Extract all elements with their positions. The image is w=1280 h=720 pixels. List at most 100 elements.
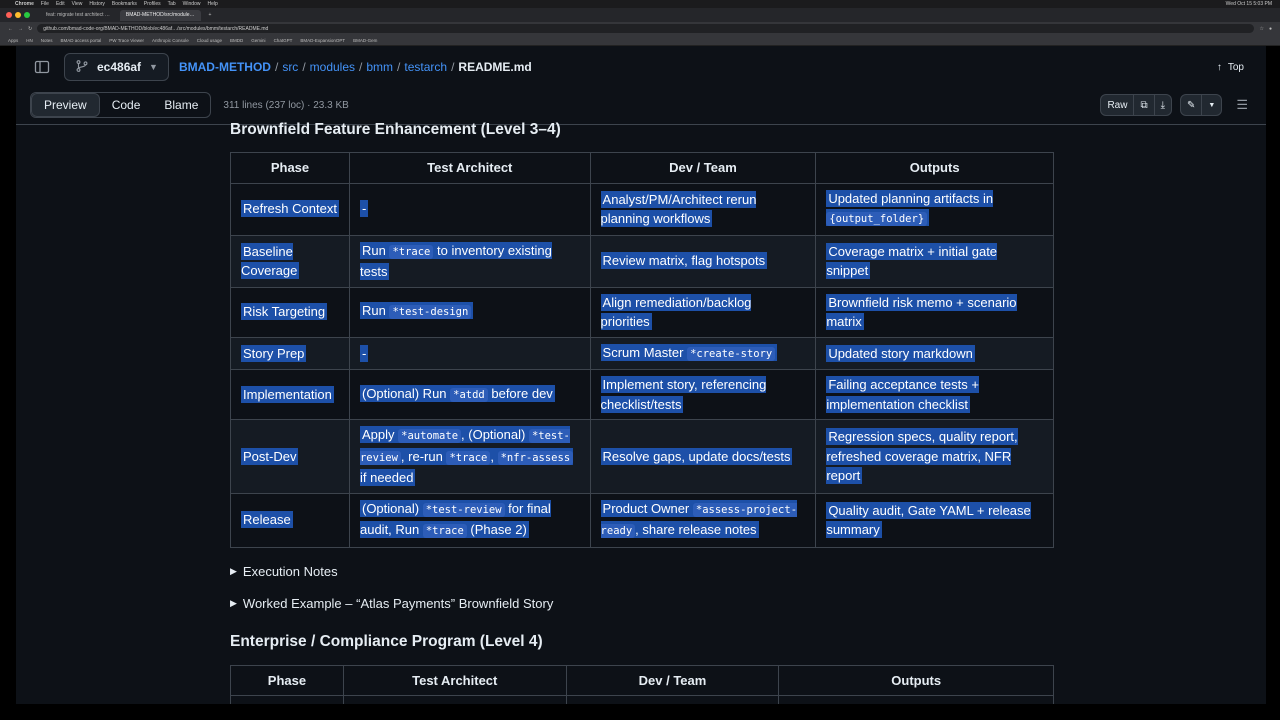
table-cell: Implement story, referencing checklist/t… — [589, 369, 817, 420]
breadcrumb-link[interactable]: modules — [310, 60, 355, 74]
zoom-window-button[interactable] — [24, 12, 30, 18]
new-tab-button[interactable]: + — [205, 12, 216, 18]
top-button[interactable]: ↑ Top — [1217, 62, 1254, 73]
table-cell: Resolve gaps, update docs/tests — [589, 419, 817, 494]
bookmark-star-icon[interactable]: ☆ — [1259, 26, 1263, 32]
breadcrumb-link[interactable]: bmm — [366, 60, 393, 74]
branch-name: ec486af — [97, 60, 142, 74]
details-toggle[interactable]: ▶ Execution Notes — [230, 562, 1060, 582]
menu-tab[interactable]: Tab — [168, 1, 176, 7]
table-cell: Product Owner *assess-project-ready, sha… — [589, 492, 817, 548]
table-cell: Refresh Context — [230, 182, 350, 236]
table-row: Implementation (Optional) Run *atdd befo… — [230, 369, 1054, 420]
table-cell: (Optional) *test-review for final audit,… — [348, 492, 591, 548]
table-cell: - — [348, 336, 591, 370]
edit-actions-group: ✎ ▼ — [1180, 94, 1223, 116]
table-cell: Align remediation/backlog priorities — [589, 286, 817, 338]
clock: Wed Oct 15 5:03 PM — [1225, 1, 1272, 7]
table-cell — [342, 695, 567, 704]
bookmark-item[interactable]: Anthropic Console — [152, 38, 189, 43]
table-cell: - — [348, 182, 591, 236]
table-cell: Updated story markdown — [815, 336, 1054, 370]
browser-tab-active[interactable]: BMAD-METHOD/src/module… — [119, 9, 201, 21]
back-icon[interactable]: ← — [8, 26, 13, 32]
close-window-button[interactable] — [6, 12, 12, 18]
window-controls — [6, 12, 30, 18]
tab-blame[interactable]: Blame — [152, 93, 210, 117]
browser-tab[interactable]: feat: migrate test architect … — [40, 10, 116, 21]
column-header: Phase — [230, 664, 344, 696]
table-row: Release (Optional) *test-review for fina… — [230, 492, 1054, 548]
pencil-icon[interactable]: ✎ — [1181, 95, 1201, 115]
bookmark-item[interactable]: BMDD — [230, 38, 243, 43]
chevron-down-icon[interactable]: ▼ — [1201, 95, 1221, 115]
breadcrumb-link[interactable]: src — [282, 60, 298, 74]
branch-selector[interactable]: ec486af ▼ — [64, 53, 169, 81]
copy-icon[interactable]: ⧉ — [1133, 95, 1153, 115]
bookmark-item[interactable]: BMAD-ExpansionOPT — [300, 38, 345, 43]
url-input[interactable]: github.com/bmad-code-org/BMAD-METHOD/blo… — [37, 24, 1255, 33]
menu-view[interactable]: View — [72, 1, 83, 7]
menu-profiles[interactable]: Profiles — [144, 1, 161, 7]
details-summary: Worked Example – “Atlas Payments” Brownf… — [242, 596, 554, 611]
tab-code[interactable]: Code — [100, 93, 153, 117]
menu-help[interactable]: Help — [207, 1, 217, 7]
menu-bookmarks[interactable]: Bookmarks — [112, 1, 137, 7]
bookmark-item[interactable]: BMAD access portal — [61, 38, 102, 43]
table-cell: Quality audit, Gate YAML + release summa… — [815, 492, 1054, 548]
breadcrumb-link[interactable]: BMAD-METHOD — [179, 60, 271, 74]
address-bar-row: ← → ↻ github.com/bmad-code-org/BMAD-METH… — [0, 22, 1280, 35]
table-cell: Risk Targeting — [230, 286, 350, 338]
sidebar-toggle-icon[interactable] — [30, 55, 54, 79]
outline-list-icon[interactable]: ☰ — [1230, 97, 1254, 113]
table-cell: Release — [230, 492, 350, 548]
table-cell: Coverage matrix + initial gate snippet — [815, 234, 1054, 288]
menu-edit[interactable]: Edit — [56, 1, 65, 7]
table-cell: Failing acceptance tests + implementatio… — [815, 369, 1054, 420]
table-cell: Brownfield risk memo + scenario matrix — [815, 286, 1054, 338]
bookmark-item[interactable]: ChatGPT — [274, 38, 293, 43]
browser-tab-bar: feat: migrate test architect … BMAD-METH… — [0, 8, 1280, 22]
menu-history[interactable]: History — [89, 1, 105, 7]
menu-chrome[interactable]: Chrome — [15, 1, 34, 7]
section-heading: Brownfield Feature Enhancement (Level 3–… — [230, 121, 561, 138]
table-cell: Regression specs, quality report, refres… — [815, 419, 1054, 494]
profile-icon[interactable]: ● — [1269, 26, 1272, 32]
current-filename: README.md — [458, 60, 532, 74]
breadcrumb-link[interactable]: testarch — [404, 60, 447, 74]
bookmarks-bar: Apps HN Notes BMAD access portal PW Trac… — [0, 35, 1280, 46]
file-header: ec486af ▼ BMAD-METHOD / src / modules / bmm… — [30, 52, 1254, 82]
forward-icon[interactable]: → — [18, 26, 23, 32]
tab-preview[interactable]: Preview — [31, 93, 100, 117]
table-cell: Scrum Master *create-story — [589, 336, 817, 370]
file-toolbar: Preview Code Blame 311 lines (237 loc) ·… — [30, 92, 1254, 118]
details-toggle[interactable]: ▶ Worked Example – “Atlas Payments” Brow… — [230, 594, 1060, 614]
bookmark-item[interactable]: BMAD-Gem — [353, 38, 377, 43]
bookmark-item[interactable]: Cloud usage — [197, 38, 222, 43]
table-cell: Run *test-design — [348, 286, 591, 338]
download-icon[interactable]: ⤓ — [1153, 95, 1171, 115]
menu-window[interactable]: Window — [183, 1, 201, 7]
table-cell: Strategic — [230, 695, 344, 704]
menu-file[interactable]: File — [41, 1, 49, 7]
reload-icon[interactable]: ↻ — [28, 26, 32, 32]
bookmark-item[interactable]: Notes — [41, 38, 53, 43]
view-mode-switch: Preview Code Blame — [30, 92, 212, 118]
file-meta: 311 lines (237 loc) · 23.3 KB — [223, 99, 349, 111]
enterprise-table: Phase Test Architect Dev / Team Outputs … — [230, 664, 1054, 704]
table-cell: Analyst/PM/Architect rerun planning work… — [589, 182, 817, 236]
bookmark-item[interactable]: PW Trace Viewer — [109, 38, 144, 43]
table-cell: Baseline Coverage — [230, 234, 350, 288]
bookmark-item[interactable]: Apps — [8, 38, 18, 43]
minimize-window-button[interactable] — [15, 12, 21, 18]
bookmark-item[interactable]: HN — [26, 38, 33, 43]
breadcrumb: BMAD-METHOD / src / modules / bmm / testarch… — [178, 60, 532, 74]
table-header-row: Phase Test Architect Dev / Team Outputs — [230, 152, 1054, 184]
raw-button[interactable]: Raw — [1101, 95, 1133, 115]
bookmark-item[interactable]: Gemini — [251, 38, 265, 43]
column-header: Dev / Team — [565, 664, 780, 696]
triangle-right-icon: ▶ — [230, 598, 237, 608]
table-header-row: Phase Test Architect Dev / Team Outputs — [230, 664, 1054, 696]
details-summary: Execution Notes — [242, 564, 338, 579]
mac-menu-bar: Chrome File Edit View History Bookmarks … — [0, 0, 1280, 8]
